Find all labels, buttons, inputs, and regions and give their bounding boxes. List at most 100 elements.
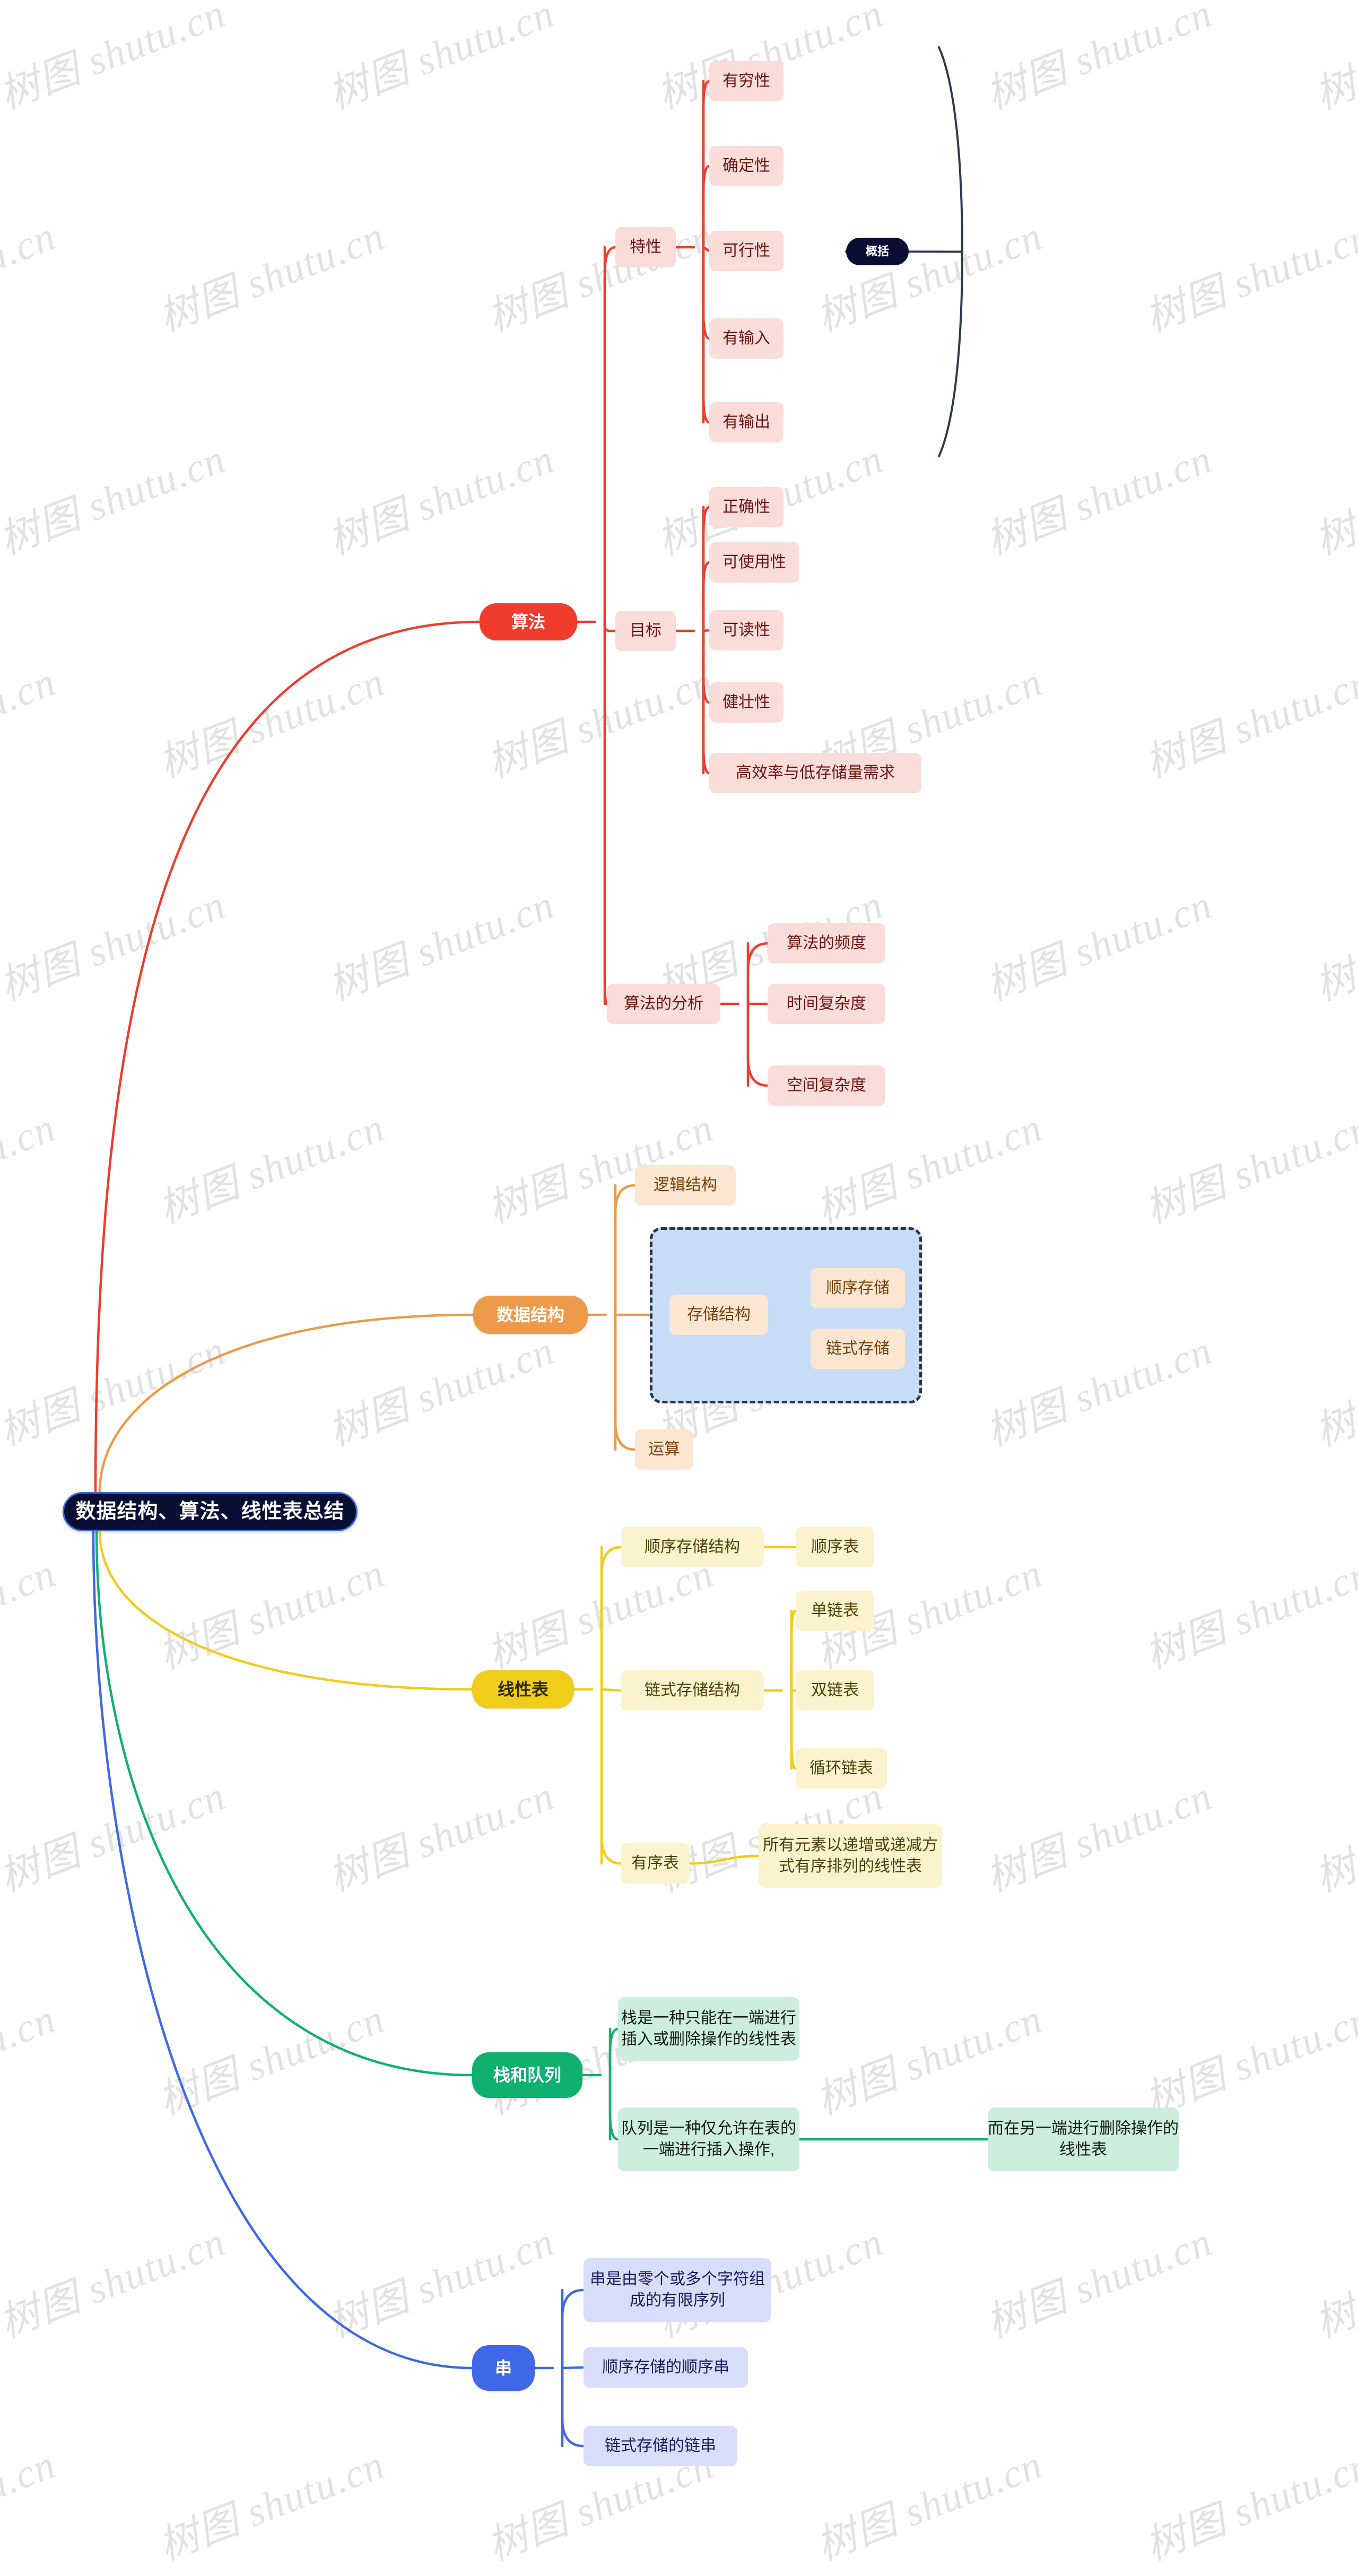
connector [98,1313,475,1494]
watermark-text: 树图 shutu.cn [481,213,720,341]
connector [600,1688,622,1865]
leaf-singly-linked-list[interactable]: 单链表 [796,1591,874,1631]
watermark-text: 树图 shutu.cn [1309,0,1358,118]
leaf-string-definition[interactable]: 串是由零个或多个字符组成的有限序列 [584,2258,771,2322]
connector [603,246,617,623]
subtopic-storage-structure[interactable]: 存储结构 [669,1295,768,1335]
watermark-text: 树图 shutu.cn [0,1328,232,1455]
leaf-doubly-linked-list[interactable]: 双链表 [796,1670,874,1711]
leaf-has-output[interactable]: 有输出 [709,402,784,443]
watermark-text: 树图 shutu.cn [810,2442,1049,2569]
subtopic-sequential-struct[interactable]: 顺序存储结构 [621,1527,764,1567]
watermark-text: 树图 shutu.cn [651,0,890,118]
watermark-text: 树图 shutu.cn [152,213,391,341]
connector [561,2366,585,2370]
watermark-text: 树图 shutu.cn [1309,1328,1358,1455]
watermark-text: 树图 shutu.cn [980,882,1218,1009]
watermark-text: 树图 shutu.cn [0,2442,62,2569]
watermark-text: 树图 shutu.cn [1309,882,1358,1009]
watermark-text: 树图 shutu.cn [980,436,1218,563]
subtopic-operation[interactable]: 运算 [635,1429,693,1470]
subtopic-logical-structure[interactable]: 逻辑结构 [635,1165,736,1205]
leaf-sequential-table[interactable]: 顺序表 [796,1527,874,1567]
watermark-text: 树图 shutu.cn [0,213,62,341]
watermark-text: 树图 shutu.cn [0,659,62,786]
leaf-stack-definition[interactable]: 栈是一种只能在一端进行插入或删除操作的线性表 [618,1997,799,2061]
subtopic-analysis[interactable]: 算法的分析 [607,984,720,1024]
watermark-text: 树图 shutu.cn [322,2219,561,2346]
connector [561,2366,585,2448]
connector [94,620,481,1494]
connector [938,46,964,457]
leaf-frequency[interactable]: 算法的频度 [768,923,885,964]
watermark-text: 树图 shutu.cn [980,2219,1218,2346]
connector [561,2288,585,2370]
root-node[interactable]: 数据结构、算法、线性表总结 [63,1492,358,1531]
connector [614,1184,637,1316]
watermark-text: 树图 shutu.cn [481,659,720,786]
leaf-linked-storage[interactable]: 链式存储 [811,1329,905,1369]
connector [688,1854,760,1865]
leaf-space-complexity[interactable]: 空间复杂度 [768,1065,885,1106]
connector [600,1688,622,1692]
connector [608,2027,620,2077]
connector [702,246,711,424]
connector [702,629,711,775]
connector [702,164,711,249]
connector [614,1313,637,1451]
branch-stack-queue[interactable]: 栈和队列 [472,2052,582,2098]
leaf-time-complexity[interactable]: 时间复杂度 [768,984,885,1024]
watermark-text: 树图 shutu.cn [980,1328,1218,1455]
subtopic-ordered-table[interactable]: 有序表 [621,1843,690,1884]
subtopic-trait[interactable]: 特性 [615,227,676,267]
watermark-text: 树图 shutu.cn [0,1550,62,1678]
watermark-text: 树图 shutu.cn [1139,1550,1358,1678]
leaf-sequential-storage[interactable]: 顺序存储 [811,1268,905,1308]
branch-linearlist[interactable]: 线性表 [472,1670,574,1708]
leaf-readability[interactable]: 可读性 [709,610,784,650]
leaf-feasibility[interactable]: 可行性 [709,231,784,271]
watermark-text: 树图 shutu.cn [810,1105,1049,1232]
watermark-text: 树图 shutu.cn [1139,2442,1358,2569]
subtopic-goal[interactable]: 目标 [615,611,676,651]
connector [92,1530,474,2370]
leaf-determinacy[interactable]: 确定性 [709,146,784,186]
watermark-text: 树图 shutu.cn [810,1996,1049,2123]
leaf-efficiency[interactable]: 高效率与低存储量需求 [709,753,921,793]
leaf-linked-string[interactable]: 链式存储的链串 [584,2426,737,2466]
leaf-correctness[interactable]: 正确性 [709,487,784,527]
connector [790,1609,797,1692]
watermark-text: 树图 shutu.cn [322,436,561,563]
watermark-text: 树图 shutu.cn [1139,659,1358,786]
watermark-text: 树图 shutu.cn [322,882,561,1009]
leaf-queue-definition[interactable]: 队列是一种仅允许在表的一端进行插入操作, [618,2107,799,2171]
leaf-sequential-string[interactable]: 顺序存储的顺序串 [584,2347,748,2388]
connector [702,80,711,249]
watermark-text: 树图 shutu.cn [1309,2219,1358,2346]
leaf-ordered-table-desc[interactable]: 所有元素以递增或递减方式有序排列的线性表 [759,1824,942,1888]
leaf-queue-definition-cont[interactable]: 而在另一端进行删除操作的线性表 [988,2107,1179,2171]
connector [746,942,769,1005]
watermark-text: 树图 shutu.cn [152,2442,391,2569]
mindmap-canvas: 树图 shutu.cn 树图 shutu.cn 树图 shutu.cn 树图 shut… [0,0,1358,2576]
branch-string[interactable]: 串 [472,2345,535,2391]
summary-chip[interactable]: 概括 [846,238,909,265]
connector [608,2074,620,2141]
watermark-text: 树图 shutu.cn [980,0,1218,118]
subtopic-linked-struct[interactable]: 链式存储结构 [621,1670,764,1711]
connector [603,620,617,632]
leaf-robustness[interactable]: 健壮性 [709,682,784,723]
watermark-text: 树图 shutu.cn [322,1328,561,1455]
watermark-text: 树图 shutu.cn [0,2219,232,2346]
connector [790,1689,797,1770]
leaf-finiteness[interactable]: 有穷性 [709,61,784,101]
leaf-has-input[interactable]: 有输入 [709,318,784,359]
connector [95,1530,474,2077]
branch-algorithm[interactable]: 算法 [480,603,577,640]
watermark-text: 树图 shutu.cn [152,1996,391,2123]
watermark-text: 树图 shutu.cn [0,0,232,118]
leaf-circular-linked-list[interactable]: 循环链表 [796,1748,887,1789]
leaf-usability[interactable]: 可使用性 [709,542,799,583]
watermark-text: 树图 shutu.cn [980,1773,1218,1901]
branch-datastructure[interactable]: 数据结构 [473,1296,588,1334]
